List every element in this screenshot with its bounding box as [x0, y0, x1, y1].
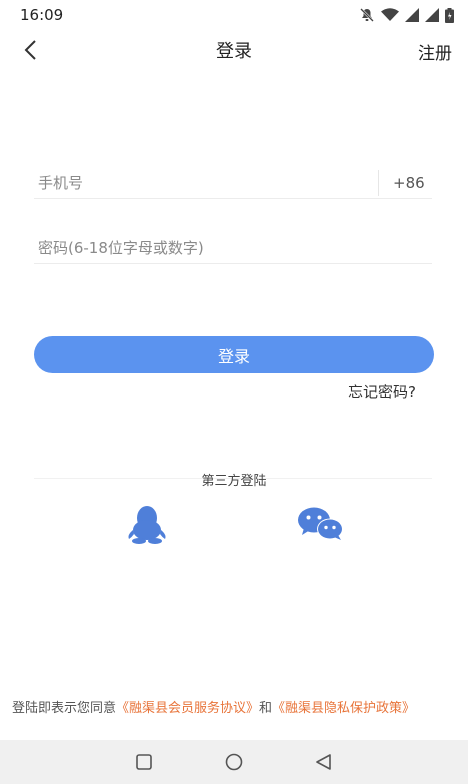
wifi-icon — [381, 8, 399, 21]
top-bar: 登录 注册 — [0, 30, 468, 70]
forgot-password-link[interactable]: 忘记密码? — [348, 381, 416, 402]
register-button[interactable]: 注册 — [418, 39, 452, 64]
country-code-selector[interactable]: +86 — [393, 174, 425, 192]
back-triangle-icon[interactable] — [314, 752, 334, 772]
third-party-title: 第三方登陆 — [201, 474, 267, 489]
privacy-policy-link[interactable]: 《融渠县隐私保护政策》 — [272, 701, 415, 716]
member-agreement-link[interactable]: 《融渠县会员服务协议》 — [116, 701, 259, 716]
notification-off-icon — [360, 8, 374, 22]
status-bar: 16:09 — [0, 0, 468, 30]
login-button[interactable]: 登录 — [34, 336, 434, 373]
back-icon[interactable] — [20, 38, 44, 62]
divider — [34, 263, 432, 264]
wechat-icon[interactable] — [297, 507, 345, 541]
divider — [378, 170, 379, 196]
qq-icon[interactable] — [124, 504, 170, 544]
navigation-bar — [0, 740, 468, 784]
signal-icon — [425, 8, 439, 22]
status-icons — [359, 7, 454, 23]
agreement-middle: 和 — [259, 701, 273, 716]
page-title: 登录 — [216, 41, 252, 62]
password-input[interactable] — [34, 233, 432, 263]
agreement-prefix: 登陆即表示您同意 — [12, 701, 117, 716]
phone-row: +86 — [34, 168, 432, 198]
signal-icon — [405, 8, 419, 22]
divider — [34, 198, 432, 199]
recents-square-icon[interactable] — [134, 752, 154, 772]
battery-icon — [445, 7, 454, 23]
home-circle-icon[interactable] — [224, 752, 244, 772]
agreement-text: 登陆即表示您同意《融渠县会员服务协议》和《融渠县隐私保护政策》 — [12, 700, 460, 717]
phone-input[interactable] — [34, 168, 378, 198]
status-time: 16:09 — [20, 6, 64, 24]
